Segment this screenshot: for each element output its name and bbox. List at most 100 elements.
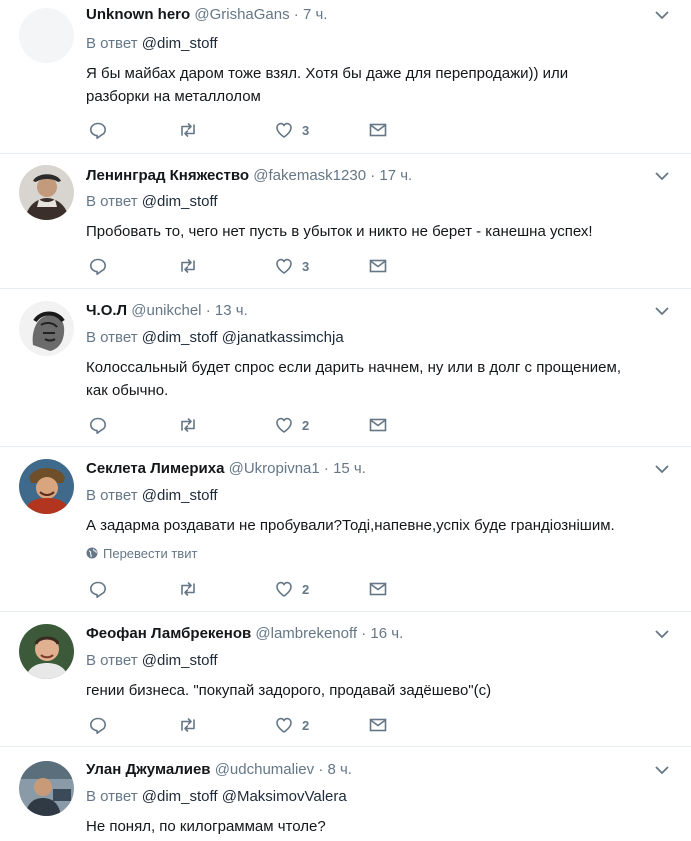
like-button[interactable]: 3 [274,256,309,278]
reply-mention[interactable]: @dim_stoff [142,487,218,504]
timestamp[interactable]: 8 ч. [327,761,352,778]
like-button[interactable]: 2 [274,415,309,437]
like-count: 3 [302,123,310,138]
heart-icon [276,258,292,274]
tweet-text-line: Я бы майбах даром тоже взял. Хотя бы даж… [86,65,569,82]
tweet[interactable]: Ч.О.Л @unikchel · 13 ч. В ответ @dim_sto… [0,289,691,447]
retweet-button[interactable] [178,415,198,437]
display-name[interactable]: Улан Джумалиев [86,761,211,778]
display-name[interactable]: Ленинград Княжество [86,167,249,184]
reply-context: В ответ @dim_stoff [86,34,218,54]
translate-tweet-link[interactable]: Перевести твит [86,545,197,563]
avatar[interactable] [19,301,74,356]
tweet-header: Ленинград Княжество @fakemask1230 · 17 ч… [86,166,412,186]
like-count: 3 [302,259,310,274]
globe-icon [86,547,98,559]
retweet-button[interactable] [178,579,198,601]
timestamp[interactable]: 15 ч. [333,460,366,477]
chevron-down-icon[interactable] [653,302,671,320]
retweet-button[interactable] [178,120,198,142]
avatar[interactable] [19,624,74,679]
avatar[interactable] [19,761,74,816]
avatar[interactable] [19,165,74,220]
message-button[interactable] [368,256,388,278]
user-handle[interactable]: @lambrekenoff [255,625,357,642]
reply-context: В ответ @dim_stoff [86,651,218,671]
heart-icon [276,122,292,138]
reply-button[interactable] [88,120,108,142]
tweet-text-line: Колоссальный будет спрос если дарить нач… [86,359,621,376]
reply-icon [90,258,106,275]
retweet-icon [181,718,195,732]
avatar-image [19,8,74,63]
chevron-down-icon[interactable] [653,6,671,24]
display-name[interactable]: Ч.О.Л [86,302,127,319]
avatar[interactable] [19,459,74,514]
chevron-down-icon[interactable] [653,460,671,478]
reply-button[interactable] [88,715,108,737]
message-button[interactable] [368,715,388,737]
timestamp[interactable]: 17 ч. [379,167,412,184]
chevron-down-icon[interactable] [653,761,671,779]
reply-context: В ответ @dim_stoff @MaksimovValera [86,787,347,807]
tweet-text-line: Пробовать то, чего нет пусть в убыток и … [86,223,593,240]
tweet-text-line: гении бизнеса. "покупай задорого, продав… [86,682,492,699]
display-name[interactable]: Феофан Ламбрекенов [86,625,251,642]
like-count: 2 [302,582,310,597]
tweet-header: Секлета Лимериха @Ukropivna1 · 15 ч. [86,459,366,479]
reply-prefix: В ответ [86,788,138,805]
avatar[interactable] [19,8,74,63]
retweet-icon [181,259,195,273]
timestamp[interactable]: 13 ч. [215,302,248,319]
chevron-down-icon[interactable] [653,167,671,185]
reply-icon [90,717,106,734]
user-handle[interactable]: @udchumaliev [215,761,314,778]
reply-icon [90,581,106,598]
tweet[interactable]: Секлета Лимериха @Ukropivna1 · 15 ч. В о… [0,447,691,612]
tweet[interactable]: Улан Джумалиев @udchumaliev · 8 ч. В отв… [0,747,691,841]
reply-button[interactable] [88,579,108,601]
user-handle[interactable]: @GrishaGans [194,6,289,23]
user-handle[interactable]: @Ukropivna1 [229,460,320,477]
user-handle[interactable]: @fakemask1230 [253,167,366,184]
reply-mention[interactable]: @dim_stoff [142,193,218,210]
like-button[interactable]: 3 [274,120,309,142]
envelope-icon [369,259,387,273]
display-name[interactable]: Секлета Лимериха [86,460,224,477]
reply-mention[interactable]: @dim_stoff [142,35,218,52]
avatar-image [19,624,74,679]
reply-button[interactable] [88,256,108,278]
timestamp[interactable]: 16 ч. [370,625,403,642]
tweet[interactable]: Ленинград Княжество @fakemask1230 · 17 ч… [0,154,691,289]
like-count: 2 [302,718,310,733]
avatar-image [19,761,74,816]
chevron-down-icon[interactable] [653,625,671,643]
display-name[interactable]: Unknown hero [86,6,190,23]
tweet[interactable]: Unknown hero @GrishaGans · 7 ч. В ответ … [0,0,691,154]
tweet-text-line: Не понял, по килограммам чтоле? [86,818,326,835]
timestamp[interactable]: 7 ч. [303,6,328,23]
envelope-icon [369,123,387,137]
user-handle[interactable]: @unikchel [131,302,201,319]
tweet-text: Колоссальный будет спрос если дарить нач… [86,356,671,402]
reply-context: В ответ @dim_stoff [86,486,218,506]
message-button[interactable] [368,579,388,601]
message-button[interactable] [368,120,388,142]
heart-icon [276,417,292,433]
avatar-image [19,459,74,514]
like-button[interactable]: 2 [274,579,309,601]
separator: · [323,460,329,477]
tweet-header: Unknown hero @GrishaGans · 7 ч. [86,5,327,25]
tweet[interactable]: Феофан Ламбрекенов @lambrekenoff · 16 ч.… [0,612,691,747]
heart-icon [276,581,292,597]
retweet-button[interactable] [178,715,198,737]
reply-mention[interactable]: @dim_stoff @janatkassimchja [142,329,344,346]
reply-mention[interactable]: @dim_stoff @MaksimovValera [142,788,347,805]
retweet-button[interactable] [178,256,198,278]
envelope-icon [369,418,387,432]
reply-mention[interactable]: @dim_stoff [142,652,218,669]
reply-button[interactable] [88,415,108,437]
like-button[interactable]: 2 [274,715,309,737]
envelope-icon [369,582,387,596]
message-button[interactable] [368,415,388,437]
